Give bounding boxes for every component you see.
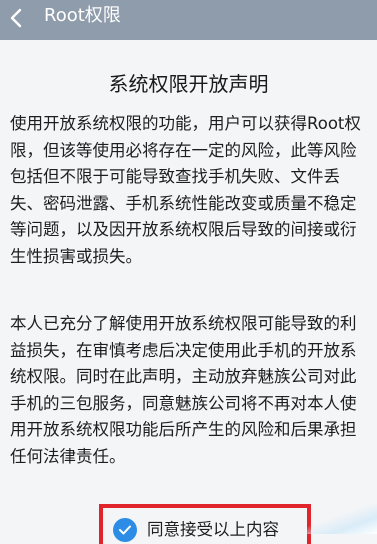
paragraph-line: 统权限。同时在此声明，主动放弃魅族公司对此 <box>10 367 357 387</box>
paragraph-line: 包括但不限于可能导致查找手机失败、文件丢 <box>10 167 340 187</box>
agree-checkbox-row[interactable]: 同意接受以上内容 <box>99 504 311 544</box>
paragraph-line: 手机的三包服务，同意魅族公司将不再对本人使 <box>10 393 357 413</box>
paragraph-line: 本人已充分了解使用开放系统权限可能导致的利 <box>10 314 357 333</box>
paragraph-line: 用开放系统权限功能后所产生的风险和后果承担 <box>10 420 357 440</box>
back-button[interactable] <box>0 0 32 36</box>
notice-paragraph-1: 使用开放系统权限的功能，用户可以获得Root权 限，但该等使用必将存在一定的风险… <box>10 111 377 271</box>
paragraph-line: 限，但该等使用必将存在一定的风险，此等风险 <box>10 140 357 160</box>
title-bar: Root权限 <box>0 0 377 40</box>
paragraph-line: 生性损害或损失。 <box>10 246 142 266</box>
notice-paragraph-2: 本人已充分了解使用开放系统权限可能导致的利 益损失，在审慎考虑后决定使用此手机的… <box>10 311 377 471</box>
paragraph-line: 益损失，在审慎考虑后决定使用此手机的开放系 <box>10 340 357 360</box>
page-title: Root权限 <box>44 5 121 26</box>
screen-glare <box>307 504 377 534</box>
paragraph-line: 任何法律责任。 <box>10 446 126 466</box>
agree-checkbox[interactable] <box>113 518 137 542</box>
chevron-left-icon <box>10 8 22 28</box>
notice-title: 系统权限开放声明 <box>108 72 269 96</box>
paragraph-line: 使用开放系统权限的功能，用户可以获得Root权 <box>10 114 361 133</box>
paragraph-line: 等问题，以及因开放系统权限后导致的间接或衍 <box>10 220 357 240</box>
agree-label: 同意接受以上内容 <box>147 520 279 539</box>
checkmark-icon <box>119 525 131 535</box>
paragraph-line: 失、密码泄露、手机系统性能改变或质量不稳定 <box>10 193 357 213</box>
